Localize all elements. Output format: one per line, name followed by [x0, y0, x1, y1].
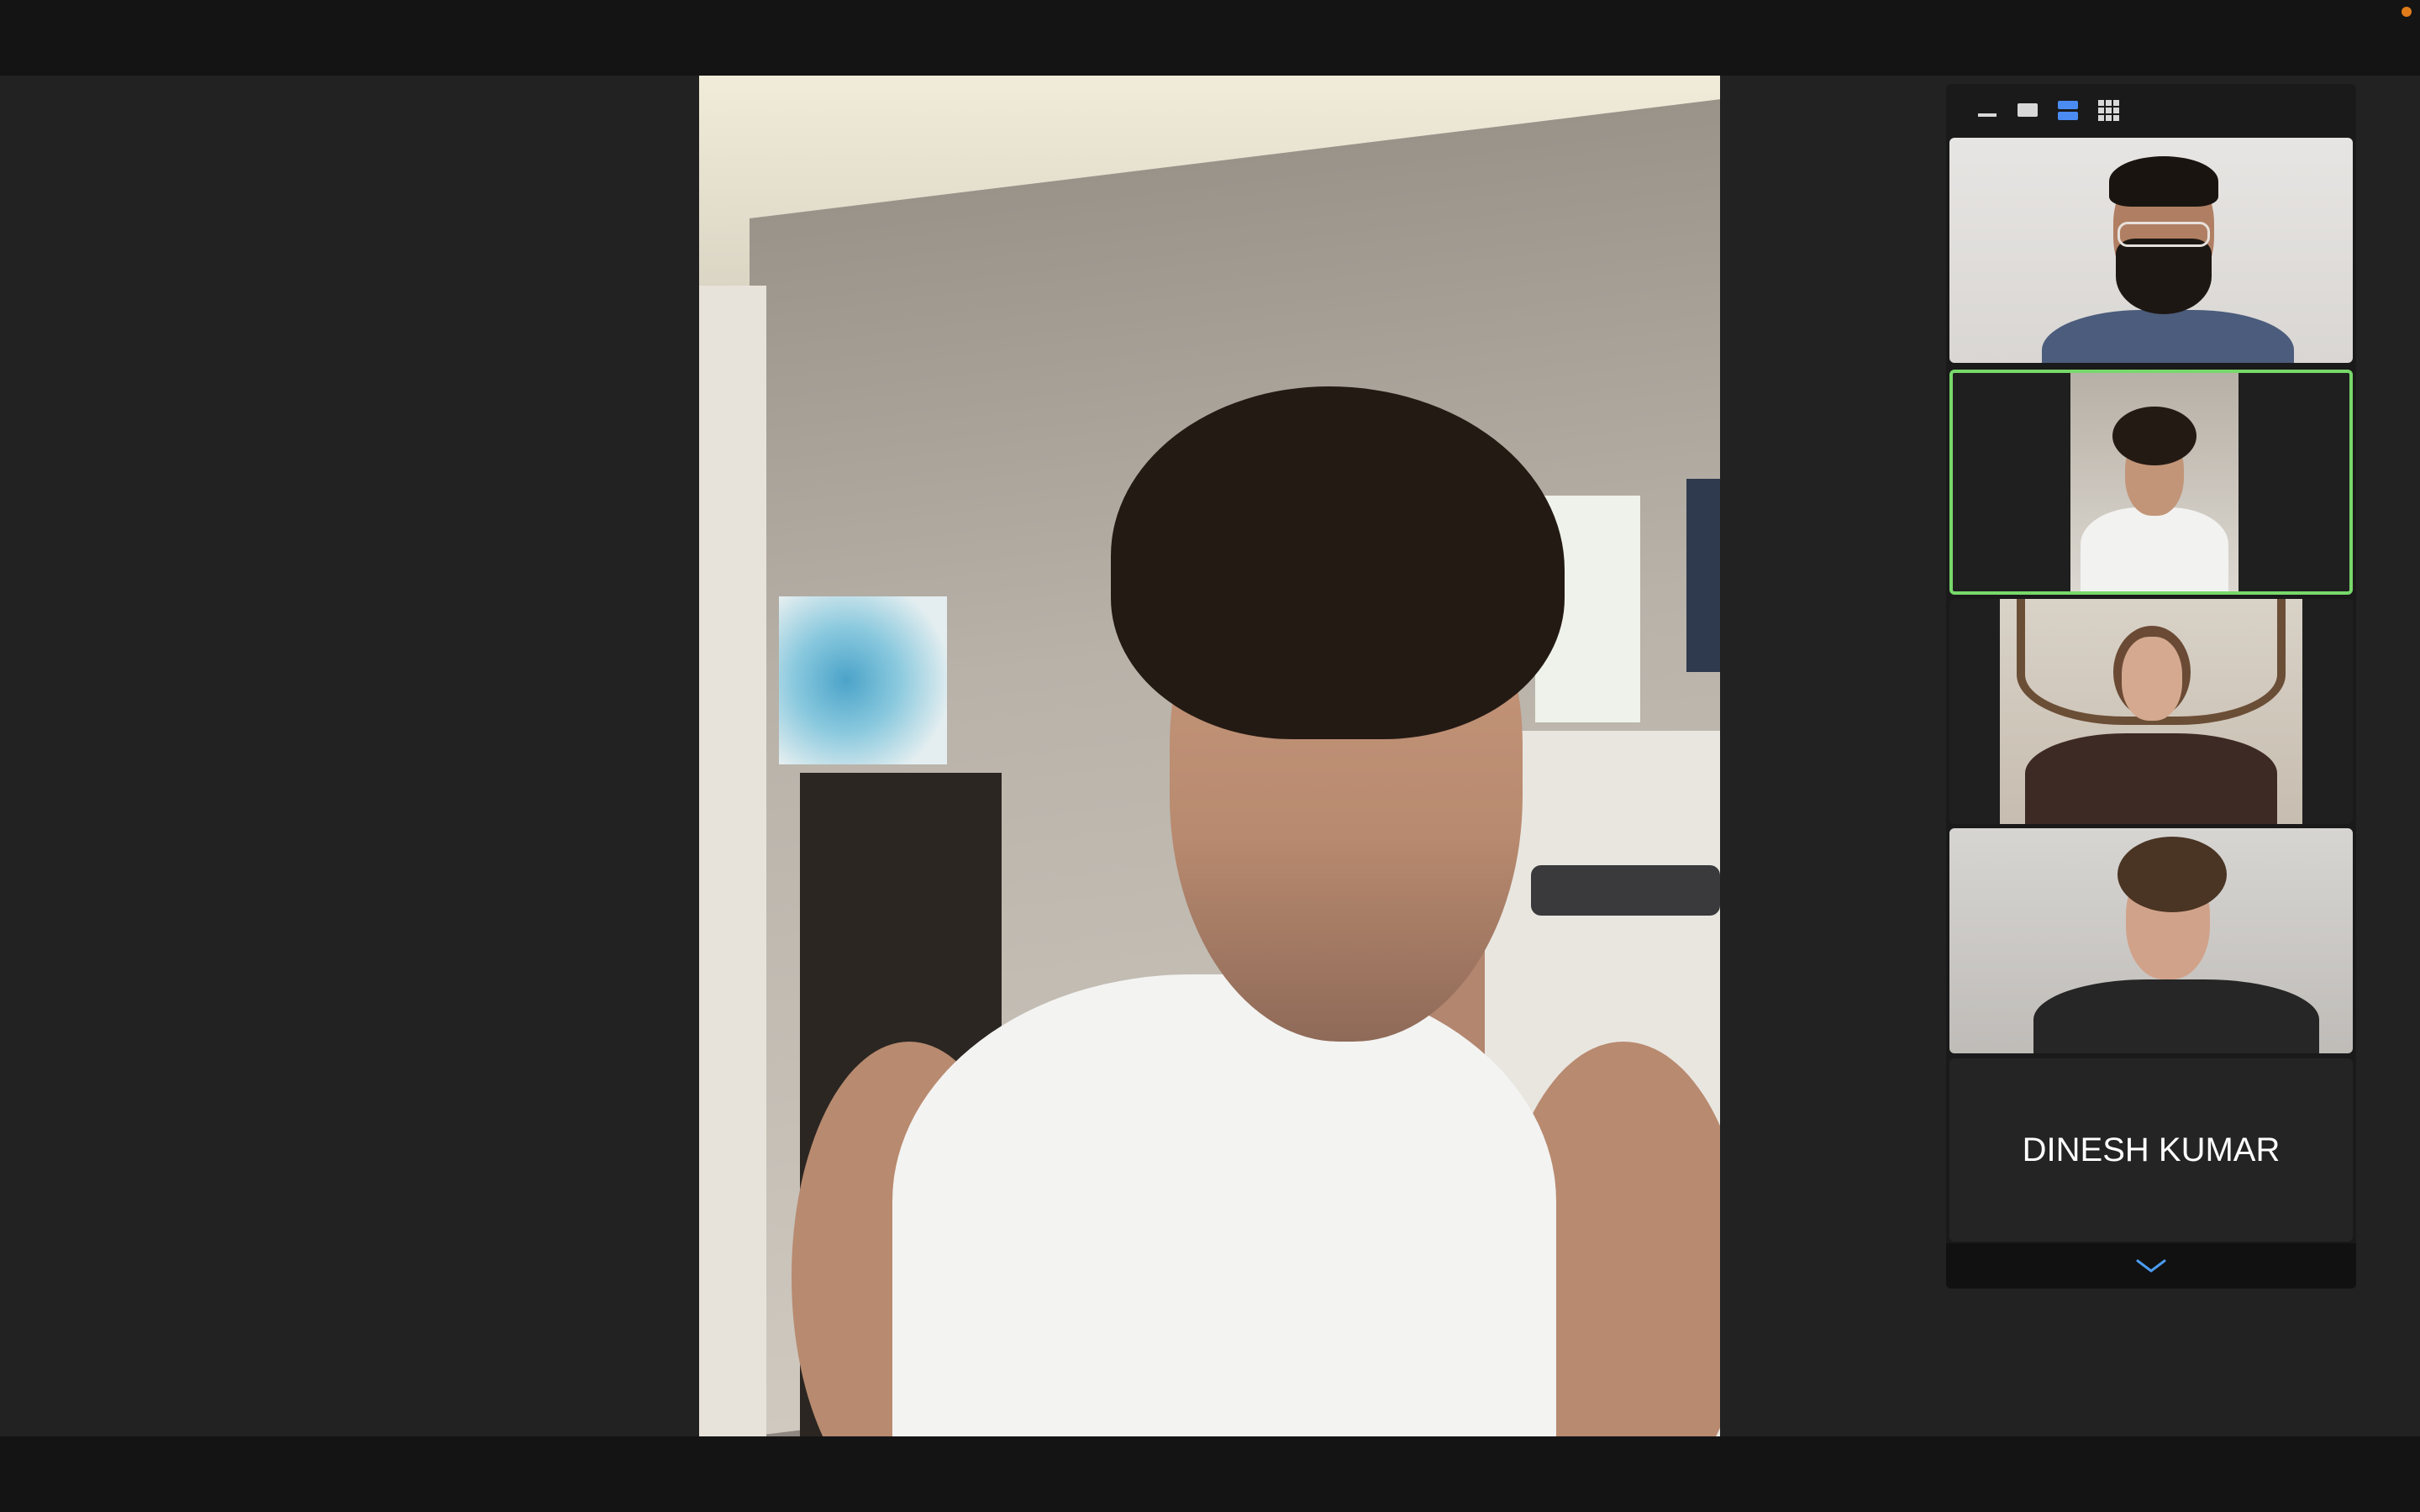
bottom-bar [0, 1436, 2420, 1512]
participant-name: DINESH KUMAR [2022, 1131, 2281, 1168]
filmstrip-view-button[interactable] [2055, 97, 2081, 123]
grid-view-icon [2097, 99, 2119, 121]
grid-view-button[interactable] [2096, 97, 2121, 123]
minimize-view-button[interactable] [1975, 97, 2000, 123]
status-dot [2402, 7, 2412, 17]
participant-tile[interactable] [1949, 138, 2353, 363]
participant-beard [2116, 239, 2212, 314]
video-background-fridge [1686, 479, 1720, 672]
participant-body [2033, 979, 2319, 1053]
top-bar [0, 0, 2420, 76]
participant-tile-no-video[interactable]: DINESH KUMAR [1949, 1058, 2353, 1242]
video-background-stool [1531, 865, 1720, 916]
active-speaker-video[interactable] [699, 76, 1720, 1436]
participant-hair [2112, 407, 2196, 465]
video-background-wall [699, 286, 766, 1436]
scroll-down-button[interactable] [1946, 1243, 2356, 1289]
filmstrip-view-icon [2058, 100, 2078, 120]
participant-glasses [2118, 222, 2210, 247]
participant-gallery: DINESH KUMAR [1946, 84, 2356, 1289]
participant-hair [2109, 156, 2218, 207]
minimize-view-icon [1978, 113, 1996, 117]
participant-face [2122, 637, 2182, 721]
speaker-hair [1111, 386, 1565, 739]
participant-tile[interactable] [1949, 828, 2353, 1053]
participant-tile[interactable] [1949, 599, 2353, 824]
speaker-figure [792, 386, 1720, 1436]
participant-body [2025, 733, 2277, 824]
chevron-down-icon [2136, 1259, 2166, 1273]
speaker-shirt [892, 974, 1556, 1436]
speaker-view-button[interactable] [2015, 97, 2040, 123]
participant-tile-active-speaker[interactable] [1949, 370, 2353, 595]
speaker-view-icon [2018, 103, 2038, 117]
meeting-window: DINESH KUMAR [0, 0, 2420, 1512]
participant-body [2081, 507, 2228, 591]
view-toolbar [1946, 84, 2356, 134]
participant-hair [2118, 837, 2227, 912]
